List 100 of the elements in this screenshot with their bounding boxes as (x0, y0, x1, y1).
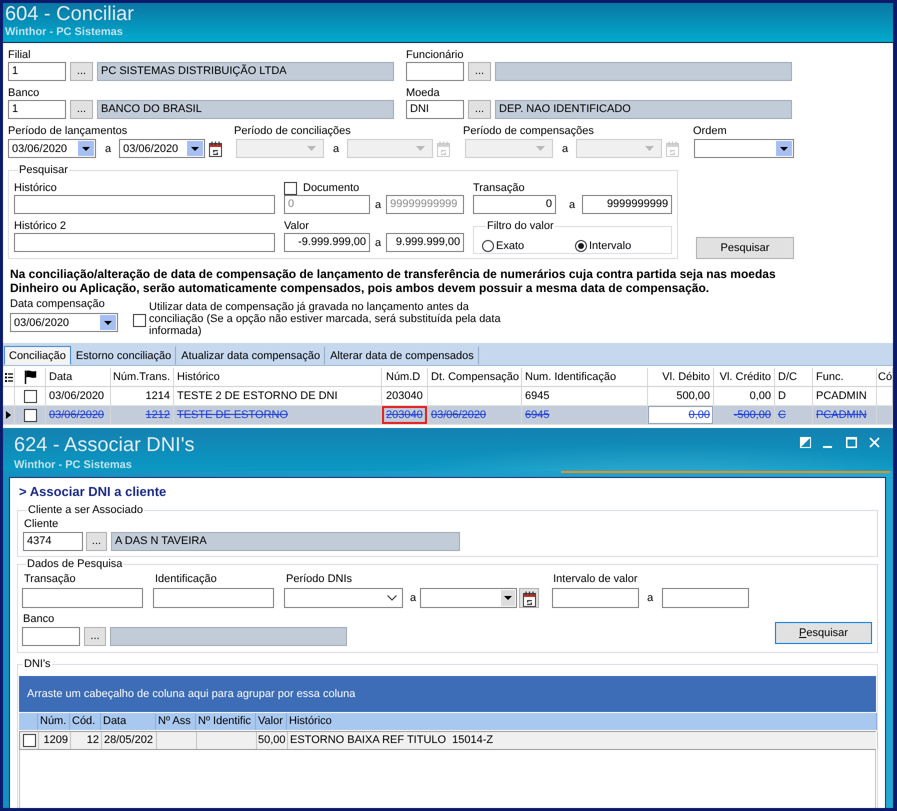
field-label: Histórico (14, 181, 57, 195)
input-field[interactable] (22, 588, 143, 608)
field-label: Identificação (155, 572, 217, 586)
column-header[interactable]: Nº Ass (156, 713, 196, 730)
dropdown[interactable] (284, 588, 403, 608)
field-label: Banco (23, 612, 54, 626)
checkbox-label: Utilizar data de compensação já gravada no lançamento antes da conciliação (Se a opção não estiver marcada, será substituída pela data informada) (149, 301, 502, 337)
date-picker[interactable] (420, 588, 518, 608)
dropdown[interactable] (694, 139, 794, 158)
dropdown-arrow-icon (416, 146, 426, 151)
table-cell: 28/05/202 (102, 732, 157, 749)
column-header[interactable]: Func. (813, 368, 877, 386)
lookup-button[interactable]: ... (84, 627, 106, 646)
checkbox[interactable] (133, 314, 146, 327)
flag-icon (24, 370, 36, 384)
half-filled-square-icon[interactable] (800, 437, 811, 448)
lookup-button[interactable]: ... (86, 532, 107, 551)
group-title: Cliente a ser Associado (27, 504, 144, 517)
checkbox[interactable] (22, 734, 36, 747)
dropdown-arrow-icon (536, 146, 545, 151)
lookup-button[interactable]: ... (468, 100, 491, 119)
column-header[interactable]: Núm.Trans. (111, 368, 174, 386)
field-label: Histórico 2 (14, 219, 66, 233)
column-header[interactable]: Núm. (38, 713, 70, 730)
table-cell: PCADMIN (813, 406, 877, 424)
column-header[interactable]: Cód. (70, 713, 101, 730)
column-header[interactable]: Num. Identificação (522, 368, 648, 386)
column-header[interactable]: Có (877, 368, 893, 386)
column-header[interactable]: Histórico (174, 368, 382, 386)
search-button[interactable]: Pesquisar (775, 622, 872, 644)
chevron-down-icon (387, 595, 397, 601)
close-icon[interactable] (869, 437, 880, 448)
tab[interactable]: Alterar data de compensados (325, 346, 479, 365)
section-heading: > Associar DNI a cliente (19, 484, 166, 500)
checkbox[interactable] (24, 390, 36, 402)
table-cell: C (775, 406, 813, 424)
row-indicator[interactable] (3, 406, 15, 424)
column-header[interactable]: Histórico (287, 713, 877, 730)
date-picker[interactable]: 03/06/2020 (8, 139, 96, 158)
search-button[interactable]: Pesquisar (696, 237, 794, 259)
table-cell: -500,00 (714, 406, 775, 424)
input-field[interactable]: 0 (473, 195, 556, 214)
input-field[interactable] (662, 588, 750, 608)
input-field[interactable] (406, 62, 464, 81)
input-field[interactable]: 4374 (23, 532, 83, 551)
range-label: a (375, 198, 382, 212)
range-label: a (569, 198, 576, 212)
lookup-button[interactable]: ... (70, 100, 93, 119)
column-header[interactable]: Valor (256, 713, 287, 730)
date-picker[interactable]: 03/06/2020 (10, 313, 118, 332)
column-header[interactable]: Vl. Crédito (714, 368, 775, 386)
table-row[interactable]: 03/06/2020 1212 TESTE DE ESTORNO 203040 03/06/2020 6945 0,00 -500,00 C PCADMIN (3, 406, 893, 425)
maximize-icon[interactable] (846, 437, 857, 448)
radio-button[interactable] (575, 240, 587, 252)
column-header[interactable]: Nº Identific (196, 713, 256, 730)
lookup-button[interactable]: ... (70, 62, 93, 81)
field-label: Data compensação (10, 297, 105, 311)
input-field[interactable] (14, 233, 275, 252)
radio-button[interactable] (482, 240, 494, 252)
range-label: a (647, 591, 654, 605)
input-field[interactable] (14, 195, 275, 214)
group-panel[interactable]: Arraste um cabeçalho de coluna aqui para agrupar por essa coluna (19, 676, 876, 712)
column-header[interactable]: Dt. Compensação (428, 368, 522, 386)
group-title: Pesquisar (18, 164, 69, 177)
table-row[interactable]: 1209 12 28/05/202 50,00 ESTORNO BAIXA REF TITULO 15014-Z (19, 731, 876, 750)
column-header[interactable]: Data (46, 368, 111, 386)
column-header[interactable]: Data (101, 713, 156, 730)
column-header[interactable]: Núm.D (382, 368, 428, 386)
table-cell: 12 (71, 732, 102, 749)
input-field[interactable] (153, 588, 274, 608)
table-cell: PCADMIN (813, 387, 877, 405)
field-label: Período de lançamentos (8, 124, 128, 138)
table-row[interactable]: 03/06/2020 1214 TESTE 2 DE ESTORNO DE DNI 203040 6945 500,00 0,00 D PCADMIN (3, 387, 893, 406)
table-cell: 03/06/2020 (46, 406, 111, 424)
table-cell: 203040 (382, 406, 428, 424)
column-header[interactable]: D/C (775, 368, 813, 386)
range-label: a (562, 142, 568, 156)
input-field[interactable] (552, 588, 640, 608)
input-field[interactable]: 1 (8, 100, 66, 119)
checkbox[interactable] (24, 408, 36, 422)
input-field[interactable]: DNI (406, 100, 464, 119)
input-field[interactable]: 9999999999 (582, 195, 672, 214)
window-subtitle: Winthor - PC Sistemas (14, 459, 132, 472)
tab[interactable]: Conciliação (4, 346, 71, 365)
tab[interactable]: Atualizar data compensação (176, 346, 326, 365)
input-field[interactable]: 9.999.999,00 (386, 233, 464, 252)
checkbox[interactable] (284, 182, 297, 194)
date-picker[interactable]: 03/06/2020 (119, 139, 206, 158)
field-label: Filial (8, 48, 31, 62)
column-header[interactable]: Vl. Débito (648, 368, 714, 386)
lookup-button[interactable]: ... (468, 62, 491, 81)
table-cell: ESTORNO BAIXA REF TITULO 15014-Z (288, 732, 878, 749)
input-field[interactable] (22, 627, 80, 646)
table-cell: D (775, 387, 813, 405)
input-field[interactable]: -9.999.999,00 (284, 233, 370, 252)
table-cell: TESTE DE ESTORNO (174, 406, 382, 424)
input-field[interactable]: 1 (8, 62, 66, 81)
field-label: Transação (473, 181, 525, 195)
field-label: Período de compensações (463, 124, 594, 138)
tab[interactable]: Estorno conciliação (70, 346, 176, 365)
